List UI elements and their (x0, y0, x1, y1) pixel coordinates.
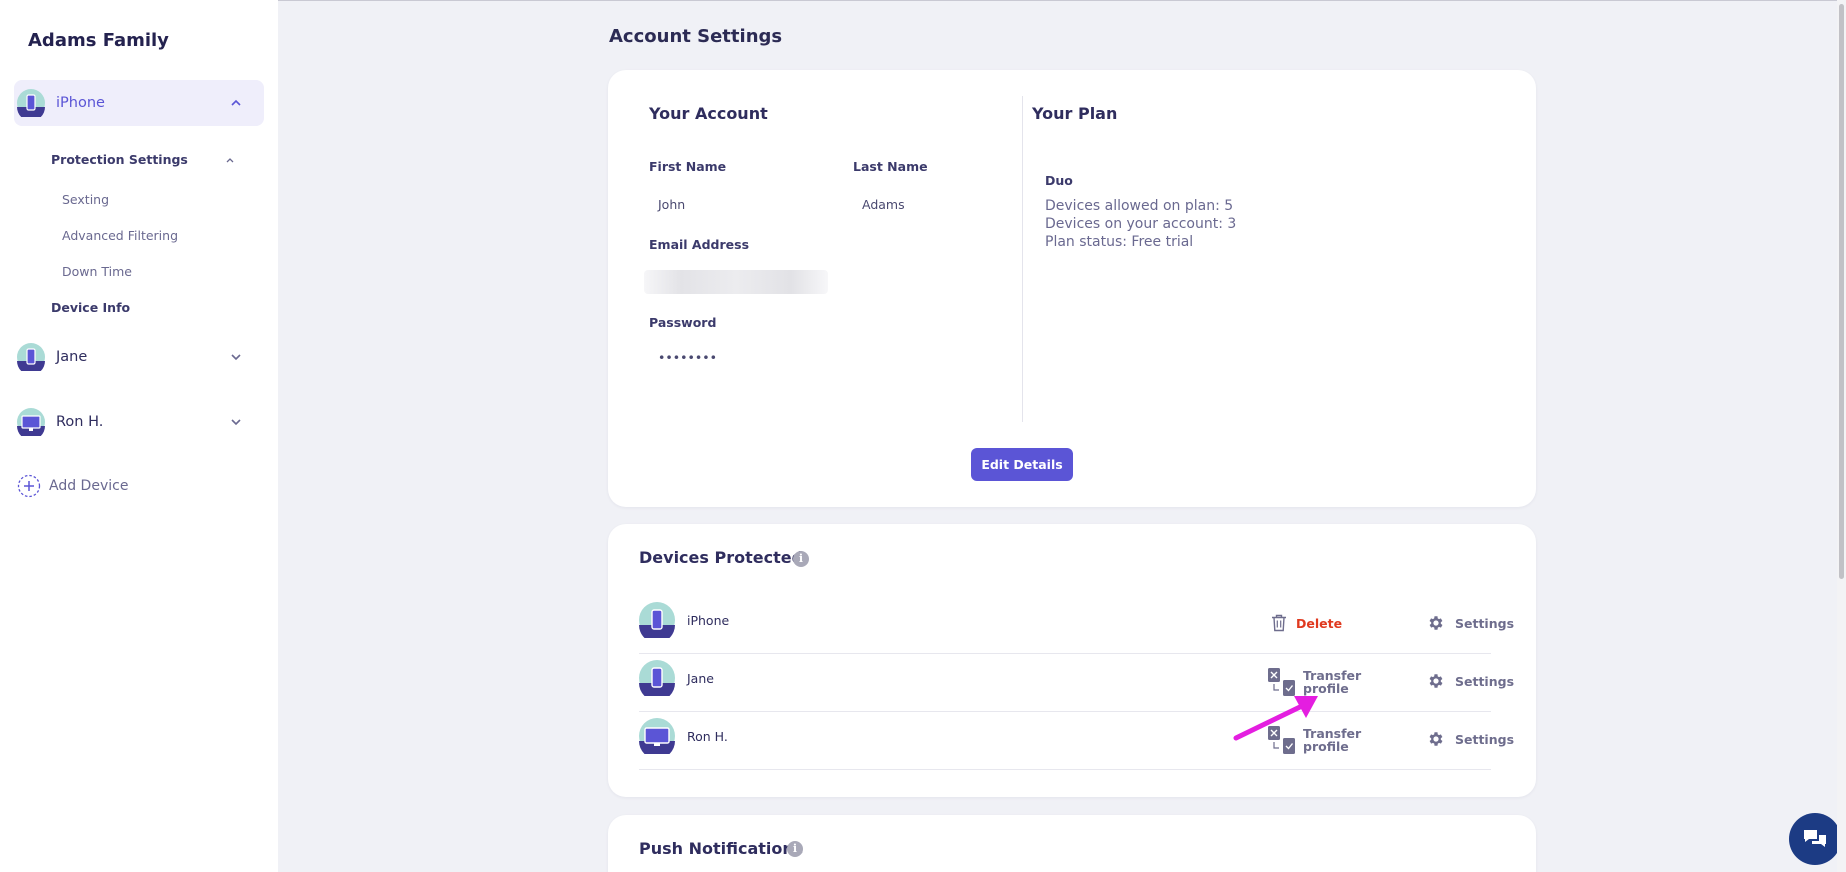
plan-status: Plan status: Free trial (1045, 234, 1194, 250)
desktop-avatar-icon (639, 718, 675, 754)
device-name: iPhone (687, 613, 730, 628)
trash-icon (1272, 614, 1286, 632)
settings-label: Settings (1455, 615, 1515, 631)
push-notifications-card: Push Notifications i (608, 815, 1536, 872)
info-icon[interactable]: i (793, 551, 809, 567)
phone-avatar-icon (639, 660, 675, 696)
last-name-value: Adams (862, 197, 905, 212)
first-name-value: John (658, 197, 686, 212)
info-icon[interactable]: i (787, 841, 803, 857)
account-card: Your Account First Name John Last Name A… (608, 70, 1536, 507)
desktop-avatar-icon (17, 408, 45, 436)
sidebar-device-label: iPhone (56, 95, 105, 111)
settings-label: Settings (1455, 673, 1515, 689)
edit-details-button[interactable]: Edit Details (971, 448, 1073, 481)
chevron-down-icon[interactable] (230, 416, 242, 428)
devices-protected-heading: Devices Protected (639, 548, 804, 567)
sidebar-device-ron[interactable]: Ron H. (14, 399, 264, 445)
chevron-up-icon[interactable] (230, 97, 242, 109)
your-plan-heading: Your Plan (1032, 104, 1118, 123)
page-title: Account Settings (609, 26, 783, 47)
sidebar-device-info[interactable]: Device Info (51, 300, 130, 315)
delete-device-button[interactable]: Delete (1271, 614, 1342, 632)
family-title: Adams Family (28, 30, 169, 51)
sidebar-item-down-time[interactable]: Down Time (62, 264, 132, 279)
add-device-button[interactable]: Add Device (17, 474, 128, 498)
gear-icon (1429, 616, 1443, 630)
add-device-label: Add Device (49, 478, 129, 494)
divider (1022, 96, 1023, 422)
annotation-arrow-icon (1233, 696, 1318, 741)
password-value: •••••••• (658, 350, 717, 365)
email-value-redacted (644, 270, 828, 294)
device-row: Ron H. Transfer profile Settings (639, 712, 1514, 770)
email-label: Email Address (649, 237, 750, 252)
row-separator (639, 769, 1491, 770)
plan-devices-on-account: Devices on your account: 3 (1045, 216, 1237, 232)
push-notifications-heading: Push Notifications (639, 839, 804, 858)
sidebar-protection-settings[interactable]: Protection Settings (51, 152, 188, 167)
phone-avatar-icon (17, 89, 45, 117)
chat-button[interactable] (1789, 813, 1841, 865)
gear-icon (1429, 674, 1443, 688)
scrollbar[interactable] (1837, 0, 1846, 872)
gear-icon (1429, 732, 1443, 746)
sidebar-device-jane[interactable]: Jane (14, 334, 264, 380)
sidebar: Adams Family iPhone Protection Settings … (0, 0, 278, 872)
password-label: Password (649, 315, 717, 330)
settings-button[interactable]: Settings (1427, 730, 1514, 748)
add-circle-icon (17, 474, 41, 498)
settings-label: Settings (1455, 731, 1515, 747)
settings-button[interactable]: Settings (1427, 672, 1514, 690)
chevron-down-icon[interactable] (230, 351, 242, 363)
sidebar-item-advanced-filtering[interactable]: Advanced Filtering (62, 228, 178, 243)
device-name: Jane (687, 671, 714, 686)
phone-avatar-icon (17, 343, 45, 371)
phone-avatar-icon (639, 602, 675, 638)
device-name: Ron H. (687, 729, 728, 744)
first-name-label: First Name (649, 159, 727, 174)
sidebar-device-label: Ron H. (56, 414, 104, 430)
scrollbar-thumb[interactable] (1839, 4, 1844, 579)
settings-button[interactable]: Settings (1427, 614, 1514, 632)
chevron-up-icon[interactable] (224, 154, 236, 166)
chat-icon (1804, 830, 1826, 847)
device-row: iPhone Delete Settings (639, 596, 1514, 654)
last-name-label: Last Name (853, 159, 928, 174)
devices-protected-card: Devices Protected i iPhone Delete Settin… (608, 524, 1536, 797)
plan-devices-allowed: Devices allowed on plan: 5 (1045, 198, 1234, 214)
your-account-heading: Your Account (649, 104, 768, 123)
sidebar-device-iphone[interactable]: iPhone (14, 80, 264, 126)
device-row: Jane Transfer profile Settings (639, 654, 1514, 712)
sidebar-item-sexting[interactable]: Sexting (62, 192, 109, 207)
delete-label: Delete (1296, 615, 1343, 631)
plan-name: Duo (1045, 173, 1073, 188)
sidebar-device-label: Jane (56, 349, 88, 365)
